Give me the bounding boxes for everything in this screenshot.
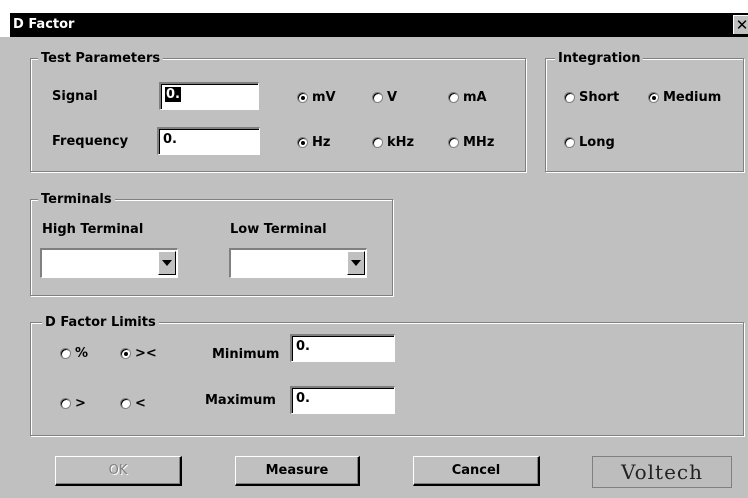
integration-short-radio[interactable]: Short (564, 90, 619, 105)
radio-indicator (297, 92, 308, 103)
unit-v-radio[interactable]: V (372, 90, 397, 105)
limit-greater-label: > (75, 396, 86, 411)
integration-long-radio[interactable]: Long (564, 135, 615, 150)
radio-indicator (120, 398, 131, 409)
maximum-label: Maximum (205, 393, 276, 408)
radio-indicator (297, 137, 308, 148)
close-icon[interactable]: ✕ (733, 15, 748, 34)
radio-indicator (564, 137, 575, 148)
signal-input[interactable]: 0. (159, 82, 259, 110)
frequency-label: Frequency (52, 134, 129, 149)
unit-ma-label: mA (463, 90, 487, 105)
terminals-legend: Terminals (38, 192, 115, 207)
radio-indicator (448, 137, 459, 148)
high-terminal-select[interactable] (40, 248, 178, 278)
maximum-input[interactable]: 0. (290, 386, 395, 414)
limit-percent-label: % (75, 346, 89, 361)
measure-button[interactable]: Measure (235, 456, 360, 486)
limit-percent-radio[interactable]: % (60, 346, 88, 361)
integration-medium-label: Medium (663, 90, 722, 105)
radio-indicator (60, 348, 71, 359)
unit-v-label: V (387, 90, 398, 105)
voltech-logo: Voltech (592, 456, 732, 488)
integration-group (545, 58, 744, 172)
radio-indicator (120, 348, 131, 359)
unit-mv-radio[interactable]: mV (297, 90, 336, 105)
radio-indicator (372, 137, 383, 148)
signal-input-value: 0. (165, 87, 181, 102)
radio-indicator (372, 92, 383, 103)
limit-greater-radio[interactable]: > (60, 396, 86, 411)
radio-indicator (648, 92, 659, 103)
integration-medium-radio[interactable]: Medium (648, 90, 721, 105)
radio-indicator (448, 92, 459, 103)
low-terminal-select[interactable] (229, 248, 367, 278)
cancel-button[interactable]: Cancel (413, 456, 540, 486)
chevron-down-icon[interactable] (158, 251, 176, 275)
ok-button[interactable]: OK (55, 456, 182, 486)
maximum-input-value: 0. (296, 391, 310, 406)
low-terminal-label: Low Terminal (230, 222, 327, 237)
unit-mv-label: mV (312, 90, 336, 105)
unit-ma-radio[interactable]: mA (448, 90, 487, 105)
unit-hz-radio[interactable]: Hz (297, 135, 330, 150)
unit-mhz-label: MHz (463, 135, 495, 150)
signal-label: Signal (52, 89, 98, 104)
integration-legend: Integration (555, 51, 644, 66)
unit-khz-label: kHz (387, 135, 415, 150)
unit-mhz-radio[interactable]: MHz (448, 135, 494, 150)
window-title: D Factor (13, 17, 75, 32)
limit-range-label: >< (135, 346, 157, 361)
integration-short-label: Short (579, 90, 620, 105)
high-terminal-label: High Terminal (42, 222, 144, 237)
limit-range-radio[interactable]: >< (120, 346, 157, 361)
minimum-input[interactable]: 0. (290, 334, 395, 362)
test-parameters-group (30, 58, 526, 172)
minimum-input-value: 0. (296, 339, 310, 354)
d-factor-limits-legend: D Factor Limits (42, 315, 159, 330)
minimum-label: Minimum (212, 347, 280, 362)
radio-indicator (564, 92, 575, 103)
limit-less-radio[interactable]: < (120, 396, 146, 411)
integration-long-label: Long (579, 135, 615, 150)
title-bar-background (10, 13, 748, 37)
unit-khz-radio[interactable]: kHz (372, 135, 414, 150)
title-bar: D Factor ✕ (0, 0, 748, 37)
frequency-input[interactable]: 0. (157, 127, 260, 155)
radio-indicator (60, 398, 71, 409)
limit-less-label: < (135, 396, 146, 411)
chevron-down-icon[interactable] (347, 251, 365, 275)
test-parameters-legend: Test Parameters (38, 51, 164, 66)
unit-hz-label: Hz (312, 135, 331, 150)
frequency-input-value: 0. (163, 132, 177, 147)
